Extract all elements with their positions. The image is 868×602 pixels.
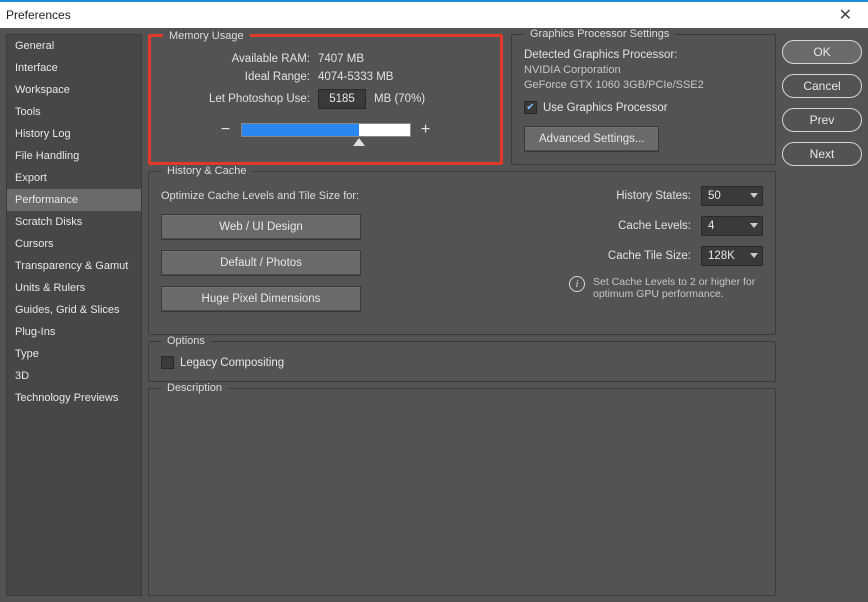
gpu-settings-group: Graphics Processor Settings Detected Gra…: [511, 34, 776, 165]
ideal-range-label: Ideal Range:: [163, 71, 318, 83]
let-use-unit: MB (70%): [374, 93, 425, 105]
history-states-select[interactable]: 50: [701, 186, 763, 206]
sidebar-item-general[interactable]: General: [7, 35, 141, 57]
sidebar-item-3d[interactable]: 3D: [7, 365, 141, 387]
ideal-range-value: 4074-5333 MB: [318, 71, 393, 83]
sidebar-item-history-log[interactable]: History Log: [7, 123, 141, 145]
web-ui-design-button[interactable]: Web / UI Design: [161, 214, 361, 240]
huge-pixel-button[interactable]: Huge Pixel Dimensions: [161, 286, 361, 312]
sidebar-item-type[interactable]: Type: [7, 343, 141, 365]
legacy-compositing-label: Legacy Compositing: [180, 357, 284, 369]
memory-legend: Memory Usage: [163, 30, 250, 42]
options-legend: Options: [161, 335, 211, 347]
history-cache-group: History & Cache Optimize Cache Levels an…: [148, 171, 776, 335]
use-gpu-checkbox[interactable]: ✔ Use Graphics Processor: [524, 101, 763, 114]
chevron-down-icon: [750, 223, 758, 228]
sidebar-item-export[interactable]: Export: [7, 167, 141, 189]
sidebar-item-guides-grid-slices[interactable]: Guides, Grid & Slices: [7, 299, 141, 321]
plus-icon[interactable]: +: [419, 121, 433, 139]
optimize-label: Optimize Cache Levels and Tile Size for:: [161, 190, 381, 202]
available-ram-value: 7407 MB: [318, 53, 364, 65]
memory-slider[interactable]: [241, 123, 411, 137]
sidebar-item-tools[interactable]: Tools: [7, 101, 141, 123]
chevron-down-icon: [750, 253, 758, 258]
cache-levels-label: Cache Levels:: [401, 220, 701, 232]
prev-button[interactable]: Prev: [782, 108, 862, 132]
ok-button[interactable]: OK: [782, 40, 862, 64]
cancel-button[interactable]: Cancel: [782, 74, 862, 98]
sidebar-item-file-handling[interactable]: File Handling: [7, 145, 141, 167]
gpu-vendor: NVIDIA Corporation: [524, 64, 763, 76]
description-legend: Description: [161, 382, 228, 394]
sidebar-item-performance[interactable]: Performance: [7, 189, 141, 211]
let-use-label: Let Photoshop Use:: [163, 93, 318, 105]
content: GeneralInterfaceWorkspaceToolsHistory Lo…: [0, 28, 868, 602]
cache-note-text: Set Cache Levels to 2 or higher for opti…: [593, 276, 763, 300]
use-gpu-label: Use Graphics Processor: [543, 102, 668, 114]
sidebar-item-workspace[interactable]: Workspace: [7, 79, 141, 101]
memory-usage-group: Memory Usage Available RAM: 7407 MB Idea…: [148, 34, 503, 165]
detected-gpu-label: Detected Graphics Processor:: [524, 49, 763, 61]
sidebar-item-interface[interactable]: Interface: [7, 57, 141, 79]
sidebar-item-plug-ins[interactable]: Plug-Ins: [7, 321, 141, 343]
gpu-model: GeForce GTX 1060 3GB/PCIe/SSE2: [524, 79, 763, 91]
description-group: Description: [148, 388, 776, 596]
cache-tile-label: Cache Tile Size:: [401, 250, 701, 262]
options-group: Options Legacy Compositing: [148, 341, 776, 382]
legacy-compositing-checkbox[interactable]: Legacy Compositing: [161, 356, 763, 369]
sidebar: GeneralInterfaceWorkspaceToolsHistory Lo…: [6, 34, 142, 596]
right-buttons: OK Cancel Prev Next: [782, 34, 862, 596]
available-ram-label: Available RAM:: [163, 53, 318, 65]
cache-levels-select[interactable]: 4: [701, 216, 763, 236]
advanced-settings-button[interactable]: Advanced Settings...: [524, 126, 659, 152]
sidebar-item-scratch-disks[interactable]: Scratch Disks: [7, 211, 141, 233]
titlebar: Preferences ✕: [0, 0, 868, 28]
minus-icon[interactable]: −: [219, 121, 233, 139]
info-icon: i: [569, 276, 585, 292]
default-photos-button[interactable]: Default / Photos: [161, 250, 361, 276]
let-use-input[interactable]: [318, 89, 366, 109]
next-button[interactable]: Next: [782, 142, 862, 166]
gpu-legend: Graphics Processor Settings: [524, 28, 675, 40]
chevron-down-icon: [750, 193, 758, 198]
sidebar-item-transparency-gamut[interactable]: Transparency & Gamut: [7, 255, 141, 277]
history-states-label: History States:: [401, 190, 701, 202]
sidebar-item-technology-previews[interactable]: Technology Previews: [7, 387, 141, 409]
sidebar-item-cursors[interactable]: Cursors: [7, 233, 141, 255]
history-legend: History & Cache: [161, 165, 252, 177]
close-icon[interactable]: ✕: [829, 5, 862, 25]
checkmark-icon: ✔: [524, 101, 537, 114]
window-title: Preferences: [6, 8, 71, 22]
main-panel: Memory Usage Available RAM: 7407 MB Idea…: [148, 34, 776, 596]
cache-tile-select[interactable]: 128K: [701, 246, 763, 266]
checkbox-icon: [161, 356, 174, 369]
sidebar-item-units-rulers[interactable]: Units & Rulers: [7, 277, 141, 299]
